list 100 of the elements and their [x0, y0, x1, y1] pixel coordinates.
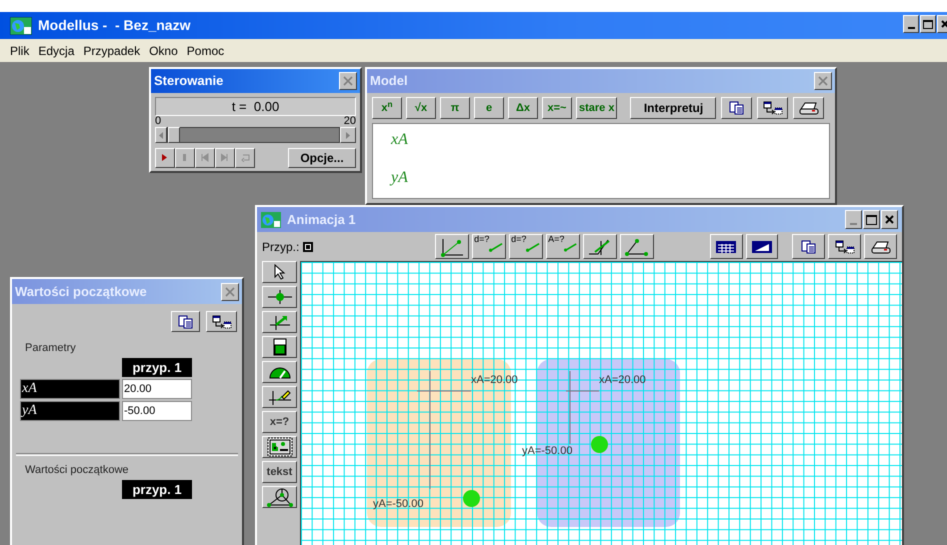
graph-tool-button[interactable] — [746, 234, 778, 259]
maximize-button[interactable] — [920, 15, 936, 33]
scroll-right-button[interactable] — [340, 127, 356, 143]
copy-icon — [800, 240, 817, 254]
level-tool-button[interactable] — [262, 336, 297, 358]
maximize-button[interactable] — [863, 210, 880, 229]
copy-icon — [728, 101, 745, 115]
rewind-icon — [200, 153, 210, 162]
image-icon — [266, 437, 292, 457]
axes-icon — [439, 236, 466, 256]
printer-icon — [870, 240, 892, 254]
parameter-value-field[interactable]: -50.00 — [122, 400, 192, 420]
left-arrow-icon — [159, 132, 163, 138]
measure-icon — [489, 240, 504, 252]
angle-tool-button[interactable] — [620, 234, 654, 259]
parameter-name-cell: yA — [20, 400, 120, 420]
math-button[interactable]: e — [474, 97, 504, 119]
parameter-value-field[interactable]: 20.00 — [122, 378, 192, 398]
measure-tool-button[interactable]: d=? — [472, 234, 506, 259]
math-button[interactable]: stare x — [576, 97, 618, 119]
math-button[interactable]: π — [440, 97, 470, 119]
table-tool-button[interactable] — [710, 234, 743, 259]
equation: yA — [391, 168, 409, 188]
math-button[interactable]: √x — [406, 97, 436, 119]
close-button[interactable] — [814, 72, 832, 90]
maximize-icon — [866, 214, 877, 224]
menu-item[interactable]: Okno — [149, 42, 178, 60]
scroll-left-button[interactable] — [155, 127, 167, 143]
maximize-icon — [923, 20, 933, 28]
math-button[interactable]: x$^{n}$ — [372, 97, 402, 119]
slider-thumb[interactable] — [168, 127, 180, 143]
math-button[interactable]: Δx — [508, 97, 538, 119]
copy-icon — [178, 314, 194, 328]
math-button[interactable]: x=~ — [542, 97, 572, 119]
slider-min-label: 0 — [155, 116, 162, 127]
image-tool-button[interactable] — [262, 436, 297, 458]
gauge-icon — [268, 365, 292, 379]
close-button[interactable] — [221, 282, 239, 300]
printer-icon — [798, 101, 820, 115]
menu-item[interactable]: Plik — [10, 42, 30, 60]
slope-tool-button[interactable] — [583, 234, 617, 259]
copy-tool-button[interactable] — [792, 234, 826, 259]
replay-icon — [240, 153, 250, 162]
export-button[interactable] — [757, 97, 788, 119]
axes-tool-button[interactable] — [435, 234, 470, 259]
globe-icon — [261, 212, 281, 228]
angle-icon — [624, 236, 650, 256]
gauge-tool-button[interactable] — [262, 361, 297, 383]
minimize-button[interactable] — [845, 210, 862, 229]
time-display: t = 0.00 — [155, 97, 356, 116]
export-tool-button[interactable] — [828, 234, 862, 259]
minimize-button[interactable] — [903, 15, 919, 33]
case-label: Przyp.: — [262, 238, 300, 256]
replay-button[interactable] — [235, 148, 255, 168]
menu-item[interactable]: Przypadek — [83, 42, 140, 60]
particle-tool-button[interactable] — [262, 286, 297, 308]
path-tool-button[interactable]: d=? — [509, 234, 544, 259]
close-button[interactable] — [339, 72, 357, 90]
vector-icon — [268, 313, 292, 331]
export-icon — [212, 314, 232, 328]
print-button[interactable] — [793, 97, 824, 119]
play-button[interactable] — [155, 148, 175, 168]
print-tool-button[interactable] — [864, 234, 897, 259]
table-icon — [715, 240, 738, 254]
menu-item[interactable]: Edycja — [38, 42, 74, 60]
step-button[interactable] — [215, 148, 235, 168]
pen-icon — [266, 388, 292, 406]
level-icon — [272, 338, 286, 356]
area-tool-button[interactable]: A=? — [546, 234, 580, 259]
column-header: przyp. 1 — [122, 358, 192, 376]
window-title: Animacja 1 — [287, 210, 356, 229]
equation-editor[interactable]: xA yA — [372, 123, 830, 199]
step-icon — [220, 153, 230, 162]
pointer-icon — [274, 264, 286, 280]
area-icon — [564, 240, 578, 252]
geometry-tool-button[interactable] — [262, 486, 297, 508]
window-title: Model — [370, 72, 408, 90]
pen-tool-button[interactable] — [262, 386, 297, 408]
menu-item[interactable]: Pomoc — [186, 42, 224, 60]
graph-icon — [751, 240, 774, 254]
copy-button[interactable] — [721, 97, 752, 119]
text-tool-button[interactable]: x=? — [262, 411, 297, 433]
options-button[interactable]: Opcje... — [288, 148, 356, 168]
pause-button[interactable] — [175, 148, 195, 168]
close-icon — [941, 20, 947, 28]
initial-values-label: Wartości początkowe — [24, 462, 130, 478]
pointer-tool-button[interactable] — [262, 261, 297, 283]
vector-tool-button[interactable] — [262, 311, 297, 333]
export-button[interactable] — [206, 311, 237, 332]
export-icon — [834, 240, 855, 254]
minimize-icon — [850, 223, 857, 225]
time-slider[interactable] — [167, 127, 340, 143]
case-selector-icon[interactable] — [303, 242, 314, 252]
play-icon — [160, 153, 170, 162]
interpret-button[interactable]: Interpretuj — [630, 97, 716, 119]
rewind-button[interactable] — [195, 148, 215, 168]
close-button[interactable] — [881, 210, 898, 229]
copy-button[interactable] — [171, 311, 200, 332]
text-tool-button[interactable]: tekst — [262, 461, 297, 483]
column-header: przyp. 1 — [122, 480, 192, 499]
